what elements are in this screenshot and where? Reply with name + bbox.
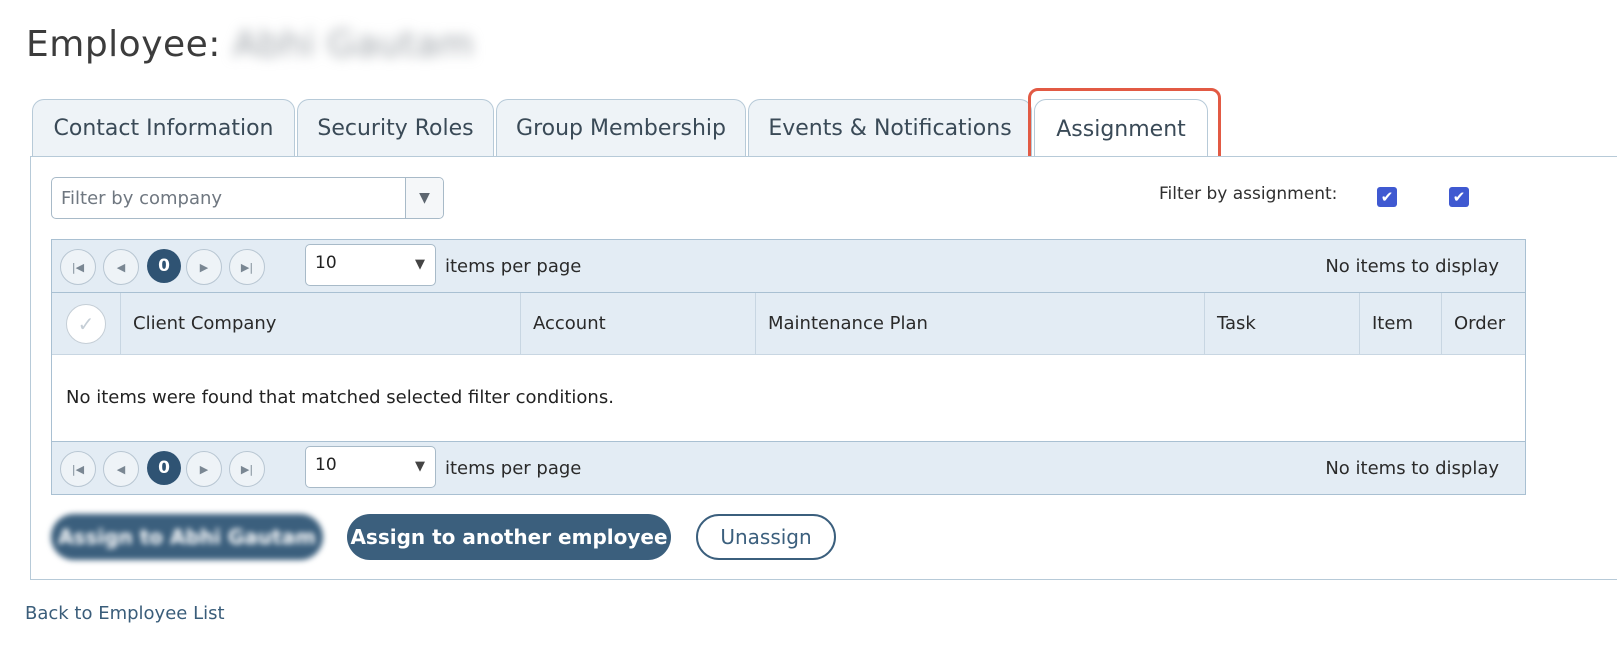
tab-group-membership[interactable]: Group Membership bbox=[496, 99, 746, 157]
caret-down-icon: ▼ bbox=[415, 459, 425, 474]
next-page-icon: ▶ bbox=[199, 260, 209, 274]
prev-page-icon: ◀ bbox=[116, 462, 126, 476]
employee-name: Abhi Gautam bbox=[232, 24, 475, 65]
prev-page-button[interactable]: ◀ bbox=[103, 451, 139, 487]
column-header-order[interactable]: Order bbox=[1442, 293, 1525, 354]
next-page-icon: ▶ bbox=[199, 462, 209, 476]
tab-assignment[interactable]: Assignment bbox=[1034, 99, 1208, 159]
first-page-icon: |◀ bbox=[71, 462, 85, 476]
first-page-icon: |◀ bbox=[71, 260, 85, 274]
last-page-icon: ▶| bbox=[240, 462, 254, 476]
company-filter-dropdown-button[interactable]: ▼ bbox=[405, 178, 443, 218]
current-page[interactable]: 0 bbox=[147, 249, 181, 283]
first-page-button[interactable]: |◀ bbox=[60, 451, 96, 487]
caret-down-icon: ▼ bbox=[415, 257, 425, 272]
company-filter-combobox[interactable]: ▼ bbox=[51, 177, 444, 219]
checkmark-icon: ✔ bbox=[1452, 187, 1466, 206]
page-size-value: 10 bbox=[315, 455, 337, 475]
tab-events-notifications[interactable]: Events & Notifications bbox=[748, 99, 1032, 157]
column-header-client-company[interactable]: Client Company bbox=[121, 293, 521, 354]
checkmark-icon: ✓ bbox=[77, 311, 95, 336]
page-size-label: items per page bbox=[445, 256, 582, 277]
last-page-icon: ▶| bbox=[240, 260, 254, 274]
assignment-filter-label: Filter by assignment: bbox=[1159, 184, 1338, 204]
assignment-filter-checkbox-1[interactable]: ✔ bbox=[1377, 187, 1397, 207]
checkmark-icon: ✔ bbox=[1380, 187, 1394, 206]
tab-contact-information[interactable]: Contact Information bbox=[32, 99, 295, 157]
tab-strip: Contact Information Security Roles Group… bbox=[32, 99, 1210, 159]
unassign-button[interactable]: Unassign bbox=[696, 514, 836, 560]
caret-down-icon: ▼ bbox=[419, 190, 430, 206]
top-pager: |◀ ◀ 0 ▶ ▶| 10 ▼ items per page No items… bbox=[52, 240, 1525, 293]
page-size-select[interactable]: 10 ▼ bbox=[305, 244, 436, 286]
column-header-item[interactable]: Item bbox=[1360, 293, 1442, 354]
column-header-task[interactable]: Task bbox=[1205, 293, 1360, 354]
last-page-button[interactable]: ▶| bbox=[229, 451, 265, 487]
select-all-cell: ✓ bbox=[52, 293, 121, 354]
first-page-button[interactable]: |◀ bbox=[60, 249, 96, 285]
assign-to-self-button[interactable]: Assign to Abhi Gautam bbox=[51, 514, 323, 560]
prev-page-button[interactable]: ◀ bbox=[103, 249, 139, 285]
page-size-value: 10 bbox=[315, 253, 337, 273]
page-size-label: items per page bbox=[445, 458, 582, 479]
select-all-checkbox[interactable]: ✓ bbox=[66, 303, 106, 344]
empty-message: No items were found that matched selecte… bbox=[66, 386, 614, 408]
bottom-pager: |◀ ◀ 0 ▶ ▶| 10 ▼ items per page No items… bbox=[52, 441, 1525, 494]
prev-page-icon: ◀ bbox=[116, 260, 126, 274]
page-title-prefix: Employee: bbox=[26, 24, 221, 65]
company-filter-input[interactable] bbox=[52, 178, 405, 218]
assignment-grid: |◀ ◀ 0 ▶ ▶| 10 ▼ items per page No items… bbox=[51, 239, 1526, 495]
current-page[interactable]: 0 bbox=[147, 451, 181, 485]
column-header-maintenance-plan[interactable]: Maintenance Plan bbox=[756, 293, 1205, 354]
page-size-select[interactable]: 10 ▼ bbox=[305, 446, 436, 488]
next-page-button[interactable]: ▶ bbox=[186, 451, 222, 487]
pager-status: No items to display bbox=[1325, 458, 1499, 479]
column-header-account[interactable]: Account bbox=[521, 293, 756, 354]
assignment-filter-checkbox-2[interactable]: ✔ bbox=[1449, 187, 1469, 207]
grid-header: ✓ Client Company Account Maintenance Pla… bbox=[52, 293, 1525, 355]
assign-to-another-employee-button[interactable]: Assign to another employee bbox=[347, 514, 671, 560]
last-page-button[interactable]: ▶| bbox=[229, 249, 265, 285]
tab-security-roles[interactable]: Security Roles bbox=[297, 99, 494, 157]
pager-status: No items to display bbox=[1325, 256, 1499, 277]
page-title: Employee: Abhi Gautam bbox=[26, 24, 474, 65]
back-to-employee-list-link[interactable]: Back to Employee List bbox=[25, 603, 225, 624]
next-page-button[interactable]: ▶ bbox=[186, 249, 222, 285]
